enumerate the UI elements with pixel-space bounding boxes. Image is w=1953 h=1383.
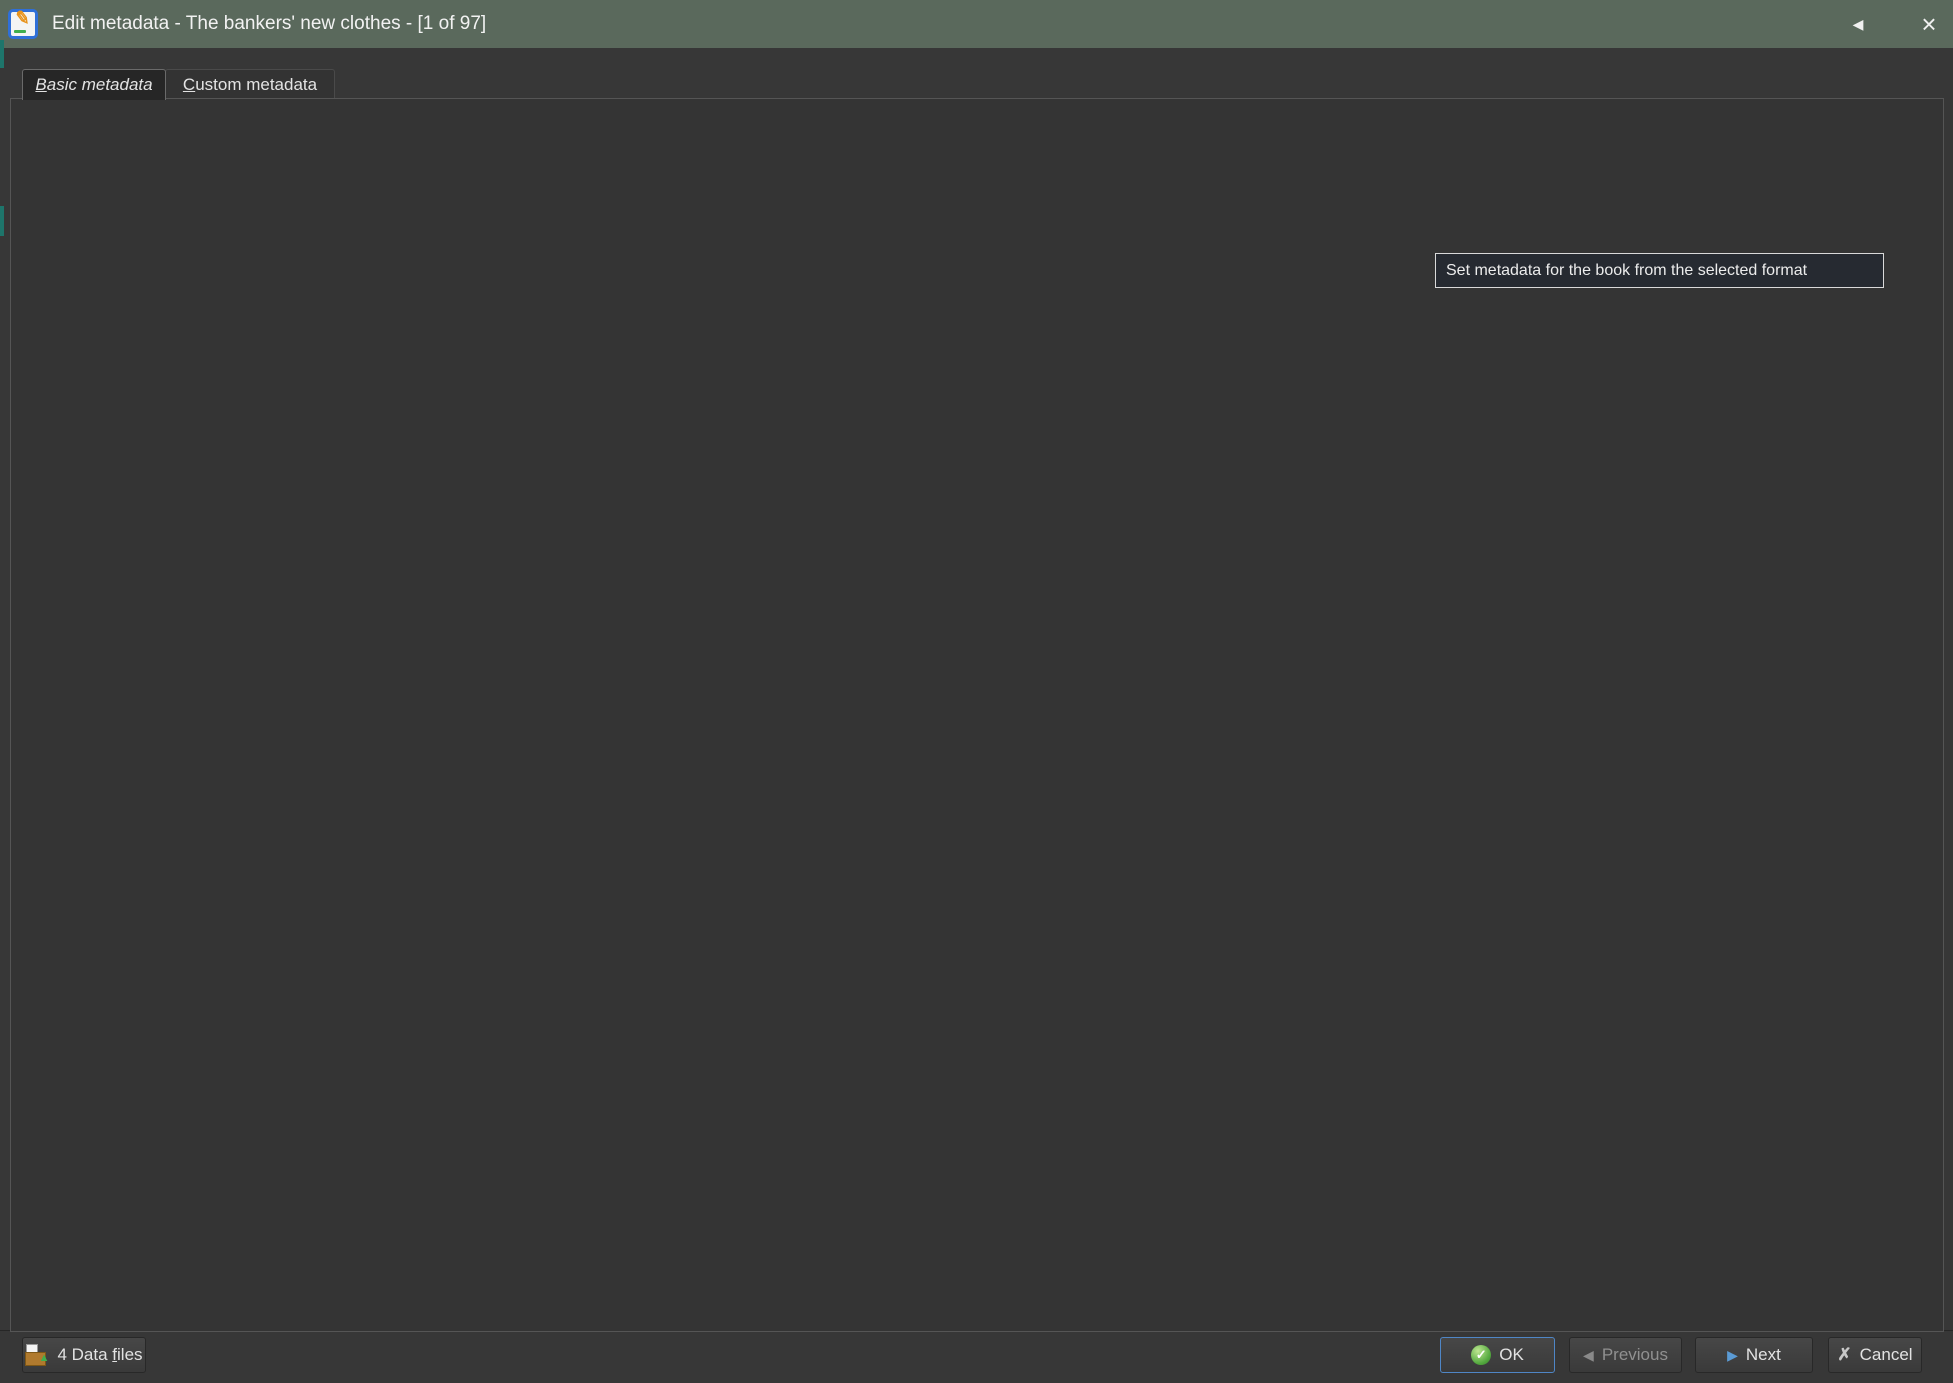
format-tooltip: Set metadata for the book from the selec… [1435,253,1884,288]
previous-arrow-icon: ◀ [1583,1347,1594,1364]
screen-edge-artifact [0,40,4,68]
previous-button[interactable]: ◀ Previous [1569,1337,1682,1373]
tab-basic-metadata[interactable]: Basic metadata [22,69,166,100]
edit-metadata-window: ✎ Edit metadata - The bankers' new cloth… [0,0,1953,1383]
ok-button[interactable]: ✓ OK [1440,1337,1555,1373]
next-arrow-icon: ▶ [1727,1347,1738,1364]
window-back-button[interactable]: ◀ [1838,0,1878,48]
title-bar: ✎ Edit metadata - The bankers' new cloth… [0,0,1953,48]
screen-edge-artifact [0,206,4,236]
back-icon: ◀ [1853,16,1864,33]
ok-check-icon: ✓ [1471,1345,1491,1365]
edit-metadata-app-icon: ✎ [8,9,38,39]
data-files-icon: ▲ [25,1344,49,1366]
window-title: Edit metadata - The bankers' new clothes… [52,13,486,35]
close-icon: × [1921,9,1936,40]
next-button[interactable]: ▶ Next [1695,1337,1813,1373]
data-files-button[interactable]: ▲ 4 Data files [22,1337,146,1373]
cancel-button[interactable]: ✗ Cancel [1828,1337,1922,1373]
tab-custom-metadata[interactable]: Custom metadata [165,69,335,100]
window-close-button[interactable]: × [1906,0,1952,48]
cancel-x-icon: ✗ [1837,1345,1851,1365]
